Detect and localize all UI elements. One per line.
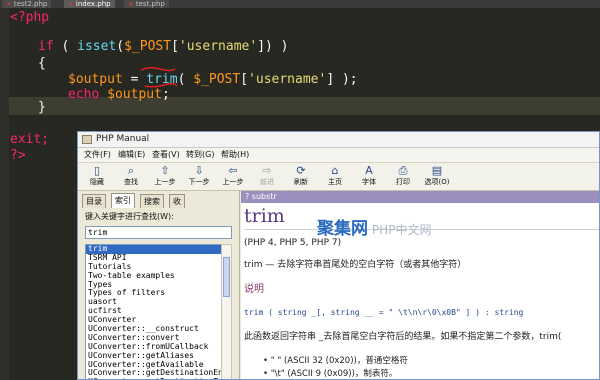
scrollbar-thumb[interactable] [223, 257, 230, 297]
toolbar-button-label: 下一步 [188, 178, 210, 186]
toolbar-button[interactable]: ▯ 隐藏 [82, 165, 112, 189]
toolbar-button-label: 查找 [124, 178, 138, 186]
menu-bar: 文件(F) 编辑(E) 查看(V) 转到(G) 帮助(H) [78, 148, 599, 163]
toolbar-button[interactable]: ⌂ 主页 [320, 165, 350, 189]
toolbar-button[interactable]: ⌕ 查找 [116, 165, 146, 189]
editor-tab[interactable]: × test2.php [2, 0, 52, 8]
toolbar-button-label: 上一步 [154, 178, 176, 186]
code-line: $output = trim( $_POST['username'] ); [68, 72, 358, 87]
toolbar-button[interactable]: ⇨ 前进 [252, 165, 282, 189]
down-arrow-icon: ⇩ [194, 164, 204, 177]
editor-tab-active[interactable]: × index.php [64, 0, 115, 8]
toolbar-button[interactable]: ⇦ 上一步 [218, 165, 248, 189]
font-icon: A [365, 164, 373, 177]
help-book-icon [82, 135, 92, 144]
tab-index[interactable]: 索引 [111, 193, 135, 208]
index-scrollbar[interactable] [221, 244, 232, 379]
list-item: • " " (ASCII 32 (0x20))，普通空格符 [263, 356, 408, 366]
toolbar-button[interactable]: ▤ 选项(O) [422, 165, 452, 189]
toolbar-button[interactable]: ⎙ 打印 [388, 165, 418, 189]
toolbar-button[interactable]: ⇧ 上一步 [150, 165, 180, 189]
home-icon: ⌂ [331, 164, 339, 177]
red-underline-annotation [140, 66, 176, 72]
toolbar: ▯ 隐藏 ⌕ 查找 ⇧ 上一步 ⇩ 下一步 ⇦ 上一步 ⇨ 前进 ⟳ 刷新 ⌂ 主页 A 字体 ⎙ 打印 ▤ 选项(O) [78, 163, 599, 191]
code-line: exit; [10, 132, 50, 147]
find-icon: ⌕ [127, 164, 135, 177]
toolbar-button[interactable]: ⟳ 刷新 [286, 165, 316, 189]
section-heading: 说明 [244, 284, 264, 295]
navigation-pane: 目录 索引 搜索 收 键入关键字进行查找(W): trim trim TSRM A… [78, 191, 240, 379]
tab-favorites[interactable]: 收 [169, 194, 185, 208]
toolbar-button[interactable]: A 字体 [354, 165, 384, 189]
close-icon[interactable]: × [6, 0, 12, 8]
code-line: if ( isset($_POST['username']) ) [38, 39, 289, 54]
window-title: PHP Manual [96, 134, 150, 144]
toolbar-button-label: 隐藏 [90, 178, 104, 186]
forward-arrow-icon: ⇨ [262, 164, 272, 177]
code-line: { [38, 56, 46, 71]
toolbar-button-label: 上一步 [222, 178, 244, 186]
tab-contents[interactable]: 目录 [82, 194, 106, 208]
keyword-input[interactable]: trim [85, 226, 232, 239]
menu-go[interactable]: 转到(G) [186, 149, 214, 161]
index-list[interactable]: trim TSRM API Tutorials Two-table examples T… [85, 244, 223, 379]
tab-search[interactable]: 搜索 [140, 194, 164, 208]
up-arrow-icon: ⇧ [160, 164, 170, 177]
page-title: trim [244, 205, 285, 227]
list-item: • "\t" (ASCII 9 (0x09))，制表符。 [263, 369, 398, 379]
function-signature: trim ( string _[, string __ = " \t\n\r\0… [244, 308, 524, 317]
watermark-logo: 聚集网 PHP中文网 [317, 219, 432, 239]
menu-edit[interactable]: 编辑(E) [118, 149, 145, 161]
toolbar-button[interactable]: ⇩ 下一步 [184, 165, 214, 189]
description-paragraph: 此函数返回字符串 _去除首尾空白字符后的结果。如果不指定第二个参数，trim( [244, 332, 562, 342]
code-line: echo $output; [68, 87, 170, 102]
code-line: ?> [10, 148, 26, 163]
keyword-label: 键入关键字进行查找(W): [85, 212, 174, 221]
refresh-icon: ⟳ [296, 164, 306, 177]
back-arrow-icon: ⇦ [228, 164, 238, 177]
close-icon[interactable]: × [128, 0, 134, 8]
toolbar-button-label: 打印 [396, 178, 410, 186]
menu-file[interactable]: 文件(F) [84, 149, 111, 161]
red-underline-annotation [144, 83, 178, 88]
menu-help[interactable]: 帮助(H) [221, 149, 249, 161]
php-manual-window[interactable]: PHP Manual 文件(F) 编辑(E) 查看(V) 转到(G) 帮助(H)… [77, 131, 600, 380]
function-description: trim — 去除字符串首尾处的空白字符（或者其他字符） [244, 260, 467, 270]
close-icon[interactable]: × [68, 0, 74, 8]
code-line: } [38, 100, 46, 115]
toolbar-button-label: 前进 [260, 178, 274, 186]
editor-tab-bar: × test2.php × index.php × test.php [0, 0, 600, 8]
hide-icon: ▯ [93, 164, 101, 177]
options-icon: ▤ [431, 164, 443, 177]
toolbar-button-label: 选项(O) [424, 178, 450, 186]
toolbar-button-label: 主页 [328, 178, 342, 186]
window-title-bar[interactable]: PHP Manual [78, 132, 599, 148]
code-line: <?php [10, 10, 50, 25]
menu-view[interactable]: 查看(V) [152, 149, 180, 161]
print-icon: ⎙ [398, 164, 408, 177]
line-gutter [0, 8, 9, 380]
toolbar-button-label: 字体 [362, 178, 376, 186]
toolbar-button-label: 刷新 [294, 178, 308, 186]
breadcrumb[interactable]: ? substr [241, 191, 599, 203]
editor-tab[interactable]: × test.php [124, 0, 169, 8]
